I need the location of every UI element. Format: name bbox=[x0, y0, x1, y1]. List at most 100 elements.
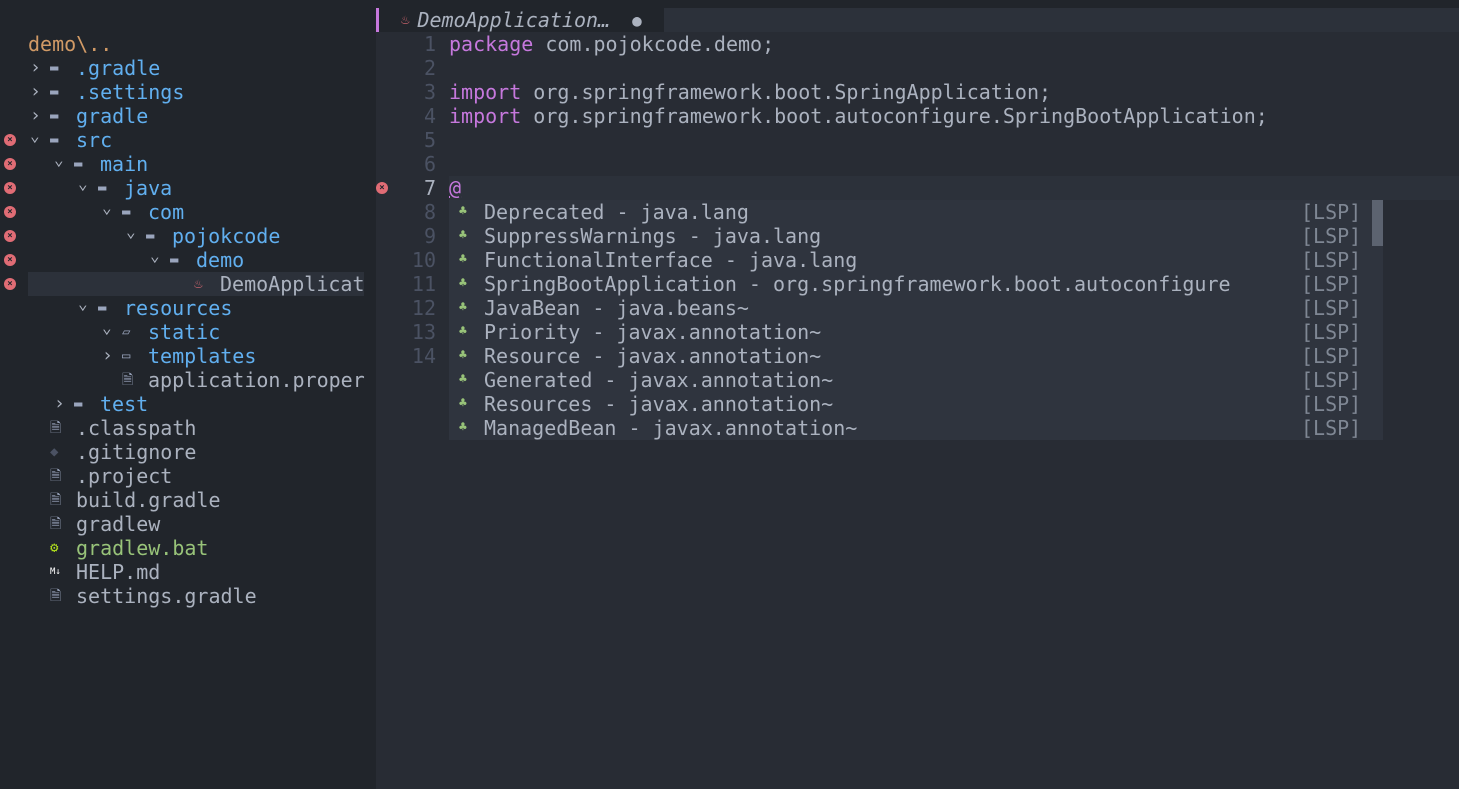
annotation-icon: ♣ bbox=[459, 372, 467, 387]
code-text: org.springframework.boot.SpringApplicati… bbox=[521, 80, 1052, 104]
tree-item-test[interactable]: test bbox=[100, 392, 148, 416]
code-line[interactable]: @ bbox=[449, 176, 461, 200]
completion-label: Deprecated - java.lang bbox=[484, 200, 749, 224]
tree-item-java[interactable]: java bbox=[124, 176, 172, 200]
tree-item-settings[interactable]: .settings bbox=[76, 80, 184, 104]
tree-item-gradlew[interactable]: gradlew bbox=[76, 512, 160, 536]
tree-item-helpmd[interactable]: HELP.md bbox=[76, 560, 160, 584]
tree-item-static[interactable]: static bbox=[148, 320, 220, 344]
completion-scrollbar[interactable] bbox=[1372, 200, 1383, 246]
annotation-icon: ♣ bbox=[459, 204, 467, 219]
completion-item[interactable]: ♣ Generated - javax.annotation~ [LSP] bbox=[449, 368, 1383, 392]
error-sign-icon: × bbox=[4, 230, 16, 242]
completion-source: [LSP] bbox=[1301, 224, 1362, 248]
chevron-down-icon[interactable]: ⌄ bbox=[78, 292, 88, 316]
completion-item[interactable]: ♣ Resources - javax.annotation~ [LSP] bbox=[449, 392, 1383, 416]
line-number: 11 bbox=[411, 272, 436, 296]
tree-item-gradle[interactable]: .gradle bbox=[76, 56, 160, 80]
tree-item-gradle[interactable]: gradle bbox=[76, 104, 148, 128]
completion-label: Resource - javax.annotation~ bbox=[484, 344, 822, 368]
file-explorer: demo\.. › ▬ .gradle › ▬ .settings › ▬ gradle × ⌄ ▬ s… bbox=[0, 0, 376, 789]
chevron-down-icon[interactable]: ⌄ bbox=[78, 172, 88, 196]
java-icon: ♨ bbox=[401, 12, 410, 28]
completion-item[interactable]: ♣ Resource - javax.annotation~ [LSP] bbox=[449, 344, 1383, 368]
error-sign-icon: × bbox=[4, 134, 16, 146]
file-icon: 🗎 bbox=[50, 420, 62, 436]
completion-label: FunctionalInterface - java.lang bbox=[484, 248, 858, 272]
code-line[interactable]: import org.springframework.boot.SpringAp… bbox=[449, 80, 1051, 104]
tree-item-demo[interactable]: demo bbox=[196, 248, 244, 272]
completion-label: SpringBootApplication - org.springframew… bbox=[484, 272, 1231, 296]
folder-icon: ▬ bbox=[50, 60, 59, 76]
completion-source: [LSP] bbox=[1301, 248, 1362, 272]
annotation-icon: ♣ bbox=[459, 276, 467, 291]
chevron-down-icon[interactable]: ⌄ bbox=[150, 244, 160, 268]
completion-item[interactable]: ♣ Priority - javax.annotation~ [LSP] bbox=[449, 320, 1383, 344]
tree-item-com[interactable]: com bbox=[148, 200, 184, 224]
line-number: 10 bbox=[411, 248, 436, 272]
tab-demo-application[interactable]: ♨ DemoApplication… ● bbox=[376, 8, 664, 32]
file-icon: 🗎 bbox=[50, 516, 62, 532]
tree-item-resources[interactable]: resources bbox=[124, 296, 232, 320]
annotation-icon: ♣ bbox=[459, 252, 467, 267]
chevron-right-icon[interactable]: › bbox=[30, 56, 41, 80]
completion-source: [LSP] bbox=[1301, 392, 1362, 416]
folder-empty-icon: ▭ bbox=[122, 348, 131, 364]
chevron-down-icon[interactable]: ⌄ bbox=[126, 220, 136, 244]
cursor-line bbox=[449, 176, 1459, 200]
chevron-right-icon[interactable]: › bbox=[30, 80, 41, 104]
chevron-down-icon[interactable]: ⌄ bbox=[102, 316, 112, 340]
chevron-right-icon[interactable]: › bbox=[102, 344, 113, 368]
annotation-icon: ♣ bbox=[459, 228, 467, 243]
completion-source: [LSP] bbox=[1301, 272, 1362, 296]
tree-item-gitignore[interactable]: .gitignore bbox=[76, 440, 196, 464]
tree-item-gradlewbat[interactable]: gradlew.bat bbox=[76, 536, 208, 560]
completion-item[interactable]: ♣ SuppressWarnings - java.lang [LSP] bbox=[449, 224, 1383, 248]
tree-item-templates[interactable]: templates bbox=[148, 344, 256, 368]
annotation-icon: ♣ bbox=[459, 420, 467, 435]
completion-source: [LSP] bbox=[1301, 368, 1362, 392]
line-number: 3 bbox=[423, 80, 436, 104]
error-sign-icon: × bbox=[4, 158, 16, 170]
completion-item[interactable]: ♣ SpringBootApplication - org.springframe… bbox=[449, 272, 1383, 296]
tree-item-main[interactable]: main bbox=[100, 152, 148, 176]
folder-icon: ▬ bbox=[50, 108, 59, 124]
completion-label: ManagedBean - javax.annotation~ bbox=[484, 416, 858, 440]
chevron-down-icon[interactable]: ⌄ bbox=[54, 148, 64, 172]
line-number: 6 bbox=[423, 152, 436, 176]
line-number: 1 bbox=[423, 32, 436, 56]
completion-menu: ♣ Deprecated - java.lang [LSP] ♣ SuppressWar… bbox=[449, 200, 1383, 440]
completion-source: [LSP] bbox=[1301, 200, 1362, 224]
tree-item-classpath[interactable]: .classpath bbox=[76, 416, 196, 440]
line-number: 12 bbox=[411, 296, 436, 320]
tree-item-buildgradle[interactable]: build.gradle bbox=[76, 488, 221, 512]
code-line[interactable]: import org.springframework.boot.autoconf… bbox=[449, 104, 1268, 128]
tree-item-project[interactable]: .project bbox=[76, 464, 172, 488]
completion-item[interactable]: ♣ JavaBean - java.beans~ [LSP] bbox=[449, 296, 1383, 320]
completion-item[interactable]: ♣ ManagedBean - javax.annotation~ [LSP] bbox=[449, 416, 1383, 440]
annotation-icon: ♣ bbox=[459, 348, 467, 363]
completion-source: [LSP] bbox=[1301, 344, 1362, 368]
tree-item-settingsgradle[interactable]: settings.gradle bbox=[76, 584, 257, 608]
tree-item-applicationproper[interactable]: application.proper bbox=[148, 368, 365, 392]
chevron-down-icon[interactable]: ⌄ bbox=[30, 124, 40, 148]
completion-source: [LSP] bbox=[1301, 416, 1362, 440]
tree-item-pojokcode[interactable]: pojokcode bbox=[172, 224, 280, 248]
chevron-down-icon[interactable]: ⌄ bbox=[102, 196, 112, 220]
completion-item[interactable]: ♣ Deprecated - java.lang [LSP] bbox=[449, 200, 1383, 224]
line-number: 5 bbox=[423, 128, 436, 152]
markdown-icon: M↓ bbox=[50, 567, 61, 577]
chevron-right-icon[interactable]: › bbox=[54, 392, 65, 416]
explorer-root[interactable]: demo\.. bbox=[28, 32, 112, 56]
gear-icon: ⚙ bbox=[50, 540, 59, 556]
completion-label: SuppressWarnings - java.lang bbox=[484, 224, 822, 248]
completion-item[interactable]: ♣ FunctionalInterface - java.lang [LSP] bbox=[449, 248, 1383, 272]
folder-icon: ▬ bbox=[170, 252, 179, 268]
tree-item-demoapplicat[interactable]: DemoApplicat bbox=[220, 272, 365, 296]
folder-icon: ▬ bbox=[50, 84, 59, 100]
tree-item-src[interactable]: src bbox=[76, 128, 112, 152]
code-line[interactable]: package com.pojokcode.demo; bbox=[449, 32, 774, 56]
completion-label: Generated - javax.annotation~ bbox=[484, 368, 834, 392]
tabline-fill bbox=[664, 8, 1459, 32]
completion-source: [LSP] bbox=[1301, 320, 1362, 344]
